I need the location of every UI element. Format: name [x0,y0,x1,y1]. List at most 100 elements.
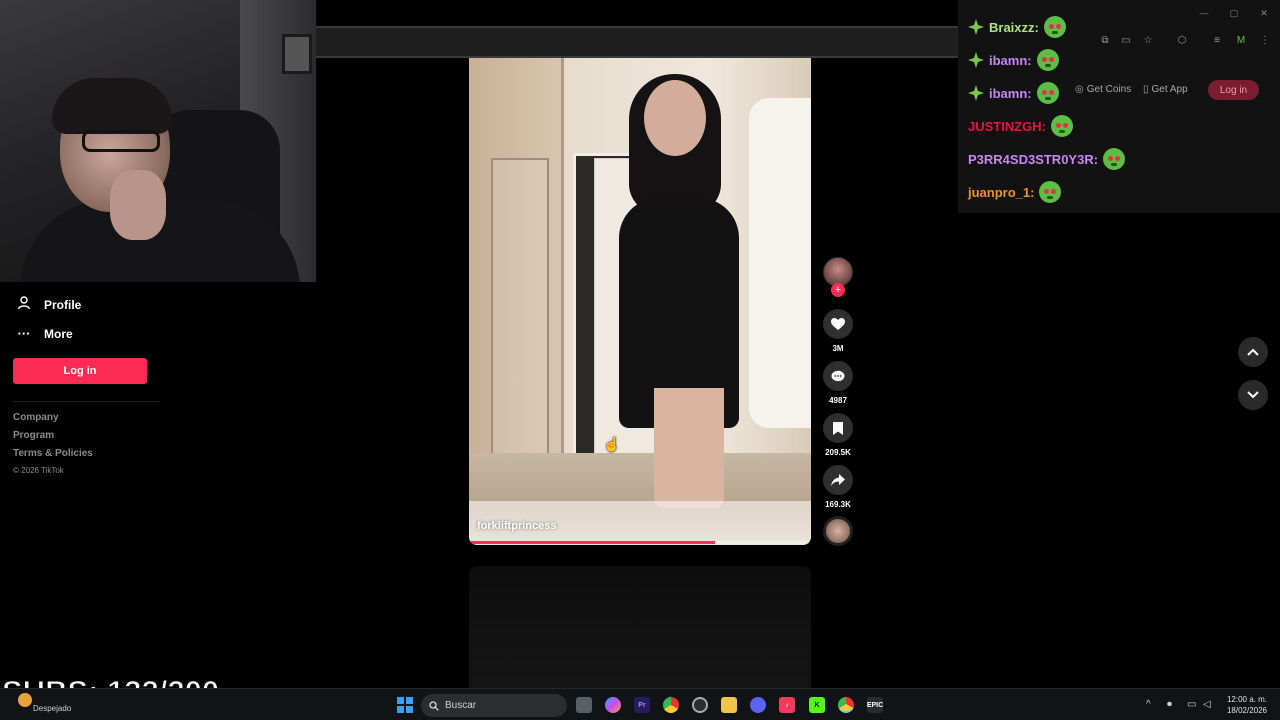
chat-message: JUSTINZGH: [968,115,1073,137]
clock-time: 12:00 a. m. [1226,695,1268,704]
bookmark-star-icon[interactable]: ☆ [1142,35,1154,47]
get-app-label: Get App [1151,84,1188,95]
task-view-icon[interactable] [576,697,592,713]
person-icon [16,296,32,313]
save-button[interactable] [823,413,853,443]
taskbar-clock[interactable]: 12:00 a. m. 18/02/2026 [1222,694,1272,716]
comment-icon [831,370,845,381]
browser-menu-icon[interactable]: ⋮ [1259,35,1271,47]
obs-icon[interactable] [692,697,708,713]
search-placeholder: Buscar [445,700,477,711]
coin-icon: ◎ [1075,84,1084,95]
screen: Profile ··· More Log in Company Program … [0,0,1280,720]
weather-icon[interactable] [18,693,32,707]
copilot-icon[interactable] [605,697,621,713]
follow-plus-icon[interactable]: + [831,283,845,297]
video-author-name[interactable]: forkliftprincess [477,520,556,532]
save-count: 209.5K [825,448,851,457]
share-icon [831,474,845,486]
video-scene-floor [469,453,811,508]
minimize-window-icon[interactable]: — [1197,8,1211,18]
video-scene-shower-glass [491,158,549,478]
chevron-up-icon [1247,348,1259,356]
comment-count: 4987 [829,396,847,405]
chat-message: Braixzz: [968,16,1066,38]
video-scene-robe [749,98,811,428]
footer-link-terms[interactable]: Terms & Policies [13,448,93,459]
emote-icon [1036,49,1059,71]
scroll-down-button[interactable] [1238,380,1268,410]
chat-message: P3RR4SD3STR0Y3R: [968,148,1126,170]
sidebar-item-more[interactable]: ··· More [16,326,73,341]
copyright-text: © 2026 TikTok [13,466,64,475]
chrome-active-icon[interactable] [838,697,854,713]
more-dots-icon: ··· [17,326,31,341]
emote-icon [1036,82,1059,104]
network-icon[interactable]: ▭ [1187,699,1196,710]
emote-icon [1103,148,1126,170]
windows-logo-icon [406,706,413,713]
discord-icon[interactable] [750,697,766,713]
video-person-head [644,80,706,156]
tray-chevron-icon[interactable]: ^ [1146,699,1151,710]
stream-chat-overlay: Braixzz: ibamn: ibamn: JUSTINZGH: P3RR4S… [958,0,1280,213]
windows-logo-icon [406,697,413,704]
webcam-person-hair [52,78,172,134]
comment-button[interactable] [823,361,853,391]
sidebar-item-label: Profile [44,297,82,312]
footer-link-company[interactable]: Company [13,412,59,423]
chevron-down-icon [1247,391,1259,399]
video-progress-track[interactable] [469,541,811,544]
music-disc-icon[interactable] [823,516,853,546]
heart-icon [831,317,845,330]
profile-icon[interactable]: M [1235,35,1247,47]
music-app-icon[interactable]: ♪ [779,697,795,713]
epic-games-icon[interactable]: EPIC [867,697,883,713]
chrome-icon[interactable] [663,697,679,713]
windows-logo-icon [397,706,404,713]
translate-icon[interactable]: ⧉ [1099,35,1111,47]
cast-icon[interactable]: ▭ [1120,35,1132,47]
like-button[interactable] [823,309,853,339]
clock-date: 18/02/2026 [1226,706,1268,715]
sidebar-item-profile[interactable]: Profile [16,296,81,313]
search-icon [429,700,439,711]
get-app-link[interactable]: ▯ Get App [1143,84,1188,95]
chat-message: ibamn: [968,82,1059,104]
chat-username: JUSTINZGH: [968,118,1046,134]
weather-text[interactable]: Despejado [33,704,71,713]
taskbar-search[interactable]: Buscar [421,694,567,717]
emote-icon [1051,115,1073,137]
kick-icon[interactable]: K [809,697,825,713]
microphone-icon[interactable]: ⏺ [1167,699,1172,710]
header-login-button[interactable]: Log in [1208,80,1259,100]
video-progress-fill [469,541,716,544]
sidebar: Profile ··· More Log in Company Program … [0,282,316,682]
share-button[interactable] [823,465,853,495]
scroll-up-button[interactable] [1238,337,1268,367]
chat-username: ibamn: [989,85,1032,101]
chat-message: juanpro_1: [968,181,1062,203]
sub-badge-icon [968,85,984,101]
file-explorer-icon[interactable] [721,697,737,713]
emote-icon [1039,181,1062,203]
extensions-icon[interactable]: ⬡ [1176,35,1188,47]
footer-link-program[interactable]: Program [13,430,54,441]
close-window-icon[interactable]: ✕ [1257,8,1271,19]
media-control-icon[interactable]: ≡ [1211,35,1223,47]
chat-message: ibamn: [968,49,1059,71]
bookmark-icon [833,421,843,435]
premiere-icon[interactable]: Pr [634,697,650,713]
restore-window-icon[interactable]: ▢ [1227,8,1241,19]
chat-username: P3RR4SD3STR0Y3R: [968,151,1099,167]
start-button[interactable] [397,697,413,713]
webcam-person-hand [110,170,166,240]
video-player[interactable]: forkliftprincess [469,58,811,545]
emote-icon [1043,16,1066,38]
get-coins-link[interactable]: ◎ Get Coins [1075,84,1131,95]
sub-badge-icon [968,52,984,68]
webcam-person-glasses [82,130,160,152]
volume-icon[interactable]: ◁ [1203,699,1211,710]
phone-icon: ▯ [1143,84,1149,95]
sidebar-login-button[interactable]: Log in [13,358,147,384]
